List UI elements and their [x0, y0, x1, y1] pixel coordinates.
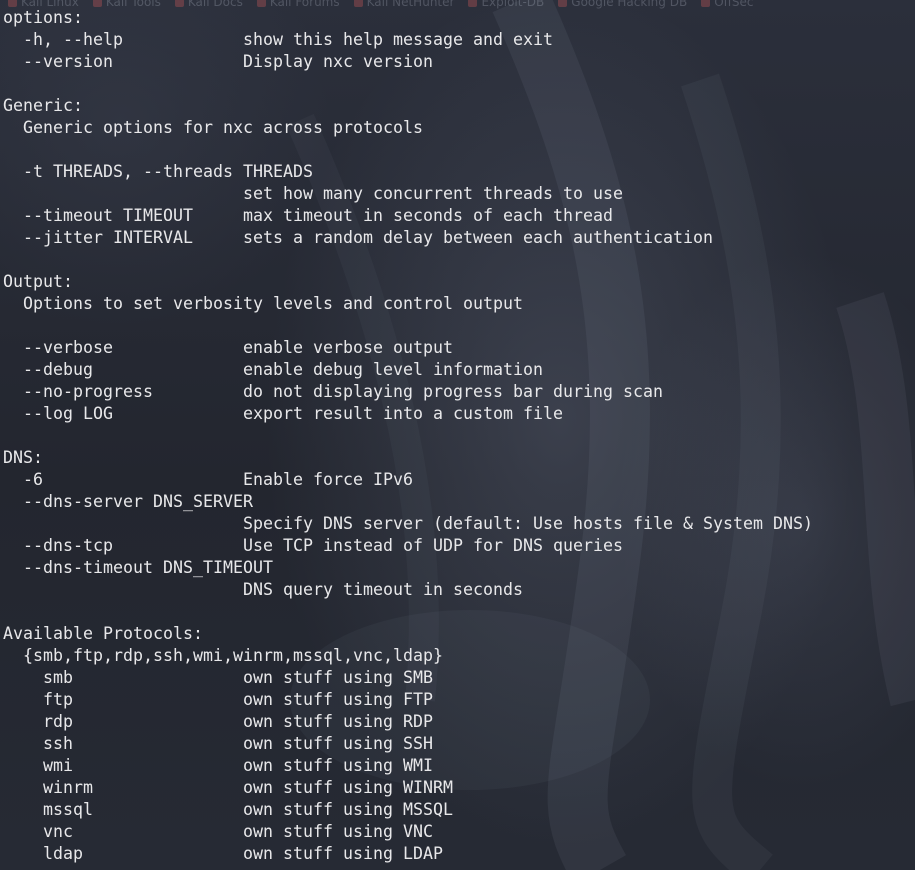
- help-line: --version Display nxc version: [0, 51, 915, 73]
- help-text: -t THREADS, --threads THREADS: [23, 162, 313, 181]
- section-header: DNS:: [0, 447, 915, 469]
- section-title: DNS:: [3, 448, 43, 467]
- option-flag: -6: [23, 470, 43, 489]
- option-description: Display nxc version: [243, 52, 433, 71]
- help-line: --dns-timeout DNS_TIMEOUT: [0, 557, 915, 579]
- help-line: --dns-server DNS_SERVER: [0, 491, 915, 513]
- help-line: -t THREADS, --threads THREADS: [0, 161, 915, 183]
- help-line: set how many concurrent threads to use: [0, 183, 915, 205]
- option-flag: wmi: [43, 756, 73, 775]
- help-line: vnc own stuff using VNC: [0, 821, 915, 843]
- option-description: Specify DNS server (default: Use hosts f…: [243, 514, 813, 533]
- option-description: own stuff using LDAP: [243, 844, 443, 863]
- help-line: ftp own stuff using FTP: [0, 689, 915, 711]
- option-description: own stuff using MSSQL: [243, 800, 453, 819]
- option-flag: smb: [43, 668, 73, 687]
- option-description: own stuff using WINRM: [243, 778, 453, 797]
- option-flag: ssh: [43, 734, 73, 753]
- option-description: show this help message and exit: [243, 30, 553, 49]
- help-line: --log LOG export result into a custom fil…: [0, 403, 915, 425]
- option-flag: vnc: [43, 822, 73, 841]
- help-line: -h, --help show this help message and exi…: [0, 29, 915, 51]
- help-line: mssql own stuff using MSSQL: [0, 799, 915, 821]
- help-line: ldap own stuff using LDAP: [0, 843, 915, 865]
- section-header: options:: [0, 7, 915, 29]
- help-line: -6 Enable force IPv6: [0, 469, 915, 491]
- option-description: Enable force IPv6: [243, 470, 413, 489]
- option-flag: ftp: [43, 690, 73, 709]
- help-line: --dns-tcp Use TCP instead of UDP for DNS …: [0, 535, 915, 557]
- option-description: own stuff using WMI: [243, 756, 433, 775]
- help-line: Specify DNS server (default: Use hosts f…: [0, 513, 915, 535]
- option-flag: --timeout TIMEOUT: [23, 206, 193, 225]
- section-title: Generic:: [3, 96, 83, 115]
- option-description: Use TCP instead of UDP for DNS queries: [243, 536, 623, 555]
- help-line: Generic options for nxc across protocols: [0, 117, 915, 139]
- section-header: Available Protocols:: [0, 623, 915, 645]
- option-flag: --jitter INTERVAL: [23, 228, 193, 247]
- section-header: Output:: [0, 271, 915, 293]
- terminal-output: options: -h, --help show this help message…: [0, 0, 915, 870]
- option-flag: --dns-tcp: [23, 536, 113, 555]
- option-flag: mssql: [43, 800, 93, 819]
- option-description: set how many concurrent threads to use: [243, 184, 623, 203]
- section-title: options:: [3, 8, 83, 27]
- option-description: sets a random delay between each authent…: [243, 228, 713, 247]
- option-flag: ldap: [43, 844, 83, 863]
- help-text: {smb,ftp,rdp,ssh,wmi,winrm,mssql,vnc,lda…: [23, 646, 443, 665]
- help-line: --timeout TIMEOUT max timeout in seconds …: [0, 205, 915, 227]
- help-text: Generic options for nxc across protocols: [23, 118, 423, 137]
- section-title: Output:: [3, 272, 73, 291]
- option-flag: rdp: [43, 712, 73, 731]
- option-flag: --debug: [23, 360, 93, 379]
- help-line: smb own stuff using SMB: [0, 667, 915, 689]
- option-description: export result into a custom file: [243, 404, 563, 423]
- help-text: --dns-timeout DNS_TIMEOUT: [23, 558, 273, 577]
- help-line: wmi own stuff using WMI: [0, 755, 915, 777]
- option-flag: --no-progress: [23, 382, 153, 401]
- option-description: own stuff using VNC: [243, 822, 433, 841]
- option-description: own stuff using RDP: [243, 712, 433, 731]
- option-description: DNS query timeout in seconds: [243, 580, 523, 599]
- help-line: --jitter INTERVAL sets a random delay bet…: [0, 227, 915, 249]
- help-line: winrm own stuff using WINRM: [0, 777, 915, 799]
- help-text: --dns-server DNS_SERVER: [23, 492, 253, 511]
- help-line: --debug enable debug level information: [0, 359, 915, 381]
- help-line: --no-progress do not displaying progress …: [0, 381, 915, 403]
- option-description: enable debug level information: [243, 360, 543, 379]
- option-flag: winrm: [43, 778, 93, 797]
- help-line: rdp own stuff using RDP: [0, 711, 915, 733]
- help-line: Options to set verbosity levels and cont…: [0, 293, 915, 315]
- option-description: own stuff using FTP: [243, 690, 433, 709]
- option-description: own stuff using SSH: [243, 734, 433, 753]
- help-line: {smb,ftp,rdp,ssh,wmi,winrm,mssql,vnc,lda…: [0, 645, 915, 667]
- help-line: ssh own stuff using SSH: [0, 733, 915, 755]
- option-flag: --verbose: [23, 338, 113, 357]
- help-line: DNS query timeout in seconds: [0, 579, 915, 601]
- option-flag: --log LOG: [23, 404, 113, 423]
- option-flag: --version: [23, 52, 113, 71]
- section-header: Generic:: [0, 95, 915, 117]
- section-title: Available Protocols:: [3, 624, 203, 643]
- option-description: do not displaying progress bar during sc…: [243, 382, 663, 401]
- help-text: Options to set verbosity levels and cont…: [23, 294, 523, 313]
- help-line: --verbose enable verbose output: [0, 337, 915, 359]
- option-description: max timeout in seconds of each thread: [243, 206, 613, 225]
- option-description: own stuff using SMB: [243, 668, 433, 687]
- option-description: enable verbose output: [243, 338, 453, 357]
- option-flag: -h, --help: [23, 30, 123, 49]
